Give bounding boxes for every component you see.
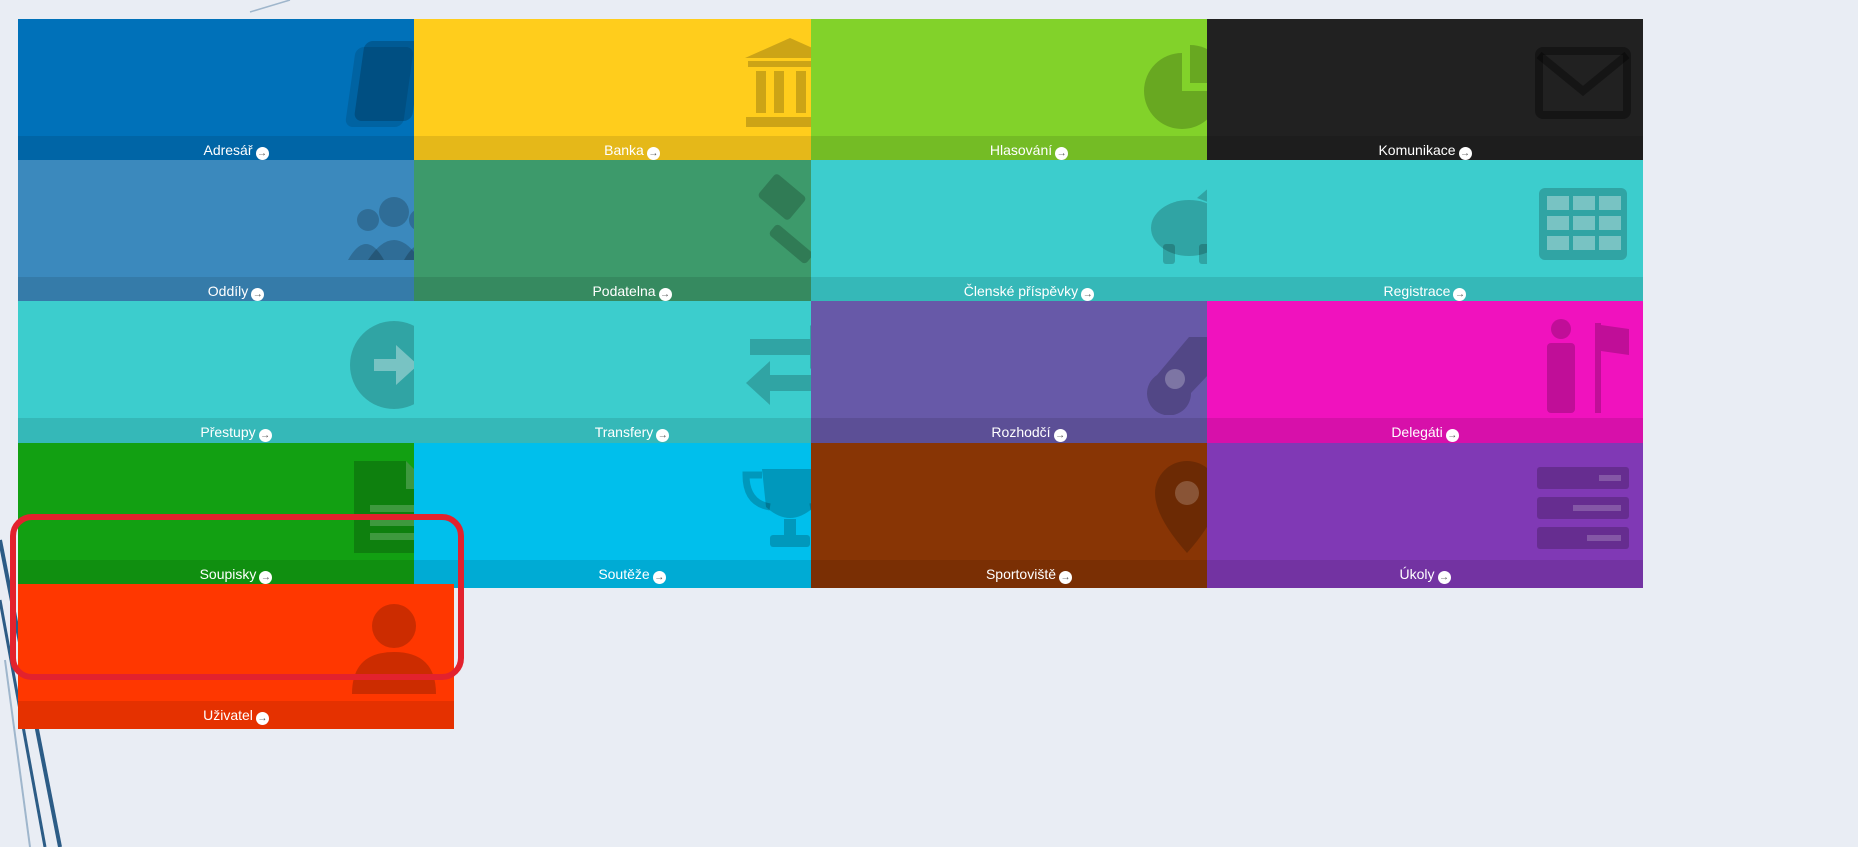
tile-footer-link[interactable]: Uživatel →	[18, 701, 454, 729]
tile-label: Oddíly	[207, 283, 249, 299]
tile-footer-link[interactable]: Delegáti →	[1207, 418, 1643, 446]
tile-trophy[interactable]: Soutěže →	[414, 443, 850, 588]
tile-envelope[interactable]: Komunikace →	[1207, 19, 1643, 164]
tile-label: Hlasování	[989, 142, 1053, 158]
tile-label: Uživatel	[203, 707, 253, 723]
tasks-icon	[1533, 457, 1633, 557]
arrow-circle-right-icon: →	[1437, 571, 1451, 584]
tile-label: Banka	[604, 142, 644, 158]
tile-label: Registrace	[1383, 283, 1451, 299]
arrow-circle-right-icon: →	[1059, 571, 1073, 584]
user-icon	[344, 598, 444, 698]
tile-arrow-circle-right[interactable]: Přestupy →	[18, 301, 454, 446]
arrow-circle-right-icon: →	[255, 712, 269, 725]
arrow-circle-right-icon: →	[1053, 429, 1067, 442]
tile-piggy-bank[interactable]: Členské příspěvky →	[811, 160, 1247, 305]
tile-delegate-flag[interactable]: Delegáti →	[1207, 301, 1643, 446]
tile-address-book[interactable]: Adresář →	[18, 19, 454, 164]
tile-gavel[interactable]: Podatelna →	[414, 160, 850, 305]
tile-footer-link[interactable]: Soutěže →	[414, 560, 850, 588]
tile-users[interactable]: Oddíly →	[18, 160, 454, 305]
tile-footer-link[interactable]: Sportoviště →	[811, 560, 1247, 588]
tile-label: Přestupy	[200, 424, 256, 440]
tile-map-marker[interactable]: Sportoviště →	[811, 443, 1247, 588]
tile-document[interactable]: Soupisky →	[18, 443, 454, 588]
arrow-circle-right-icon: →	[258, 429, 272, 442]
table-icon	[1533, 174, 1633, 274]
tile-pie-chart[interactable]: Hlasování →	[811, 19, 1247, 164]
arrow-circle-right-icon: →	[255, 147, 269, 160]
arrow-circle-right-icon: →	[1453, 288, 1467, 301]
tile-whistle[interactable]: Rozhodčí →	[811, 301, 1247, 446]
arrow-circle-right-icon: →	[658, 288, 672, 301]
tile-label: Soutěže	[598, 566, 650, 582]
arrow-circle-right-icon: →	[259, 571, 273, 584]
envelope-icon	[1533, 33, 1633, 133]
tile-label: Úkoly	[1399, 566, 1435, 582]
arrow-circle-right-icon: →	[646, 147, 660, 160]
tile-table[interactable]: Registrace →	[1207, 160, 1643, 305]
arrow-circle-right-icon: →	[1081, 288, 1095, 301]
tile-label: Transfery	[594, 424, 654, 440]
tile-label: Členské příspěvky	[963, 283, 1079, 299]
tile-footer-link[interactable]: Úkoly →	[1207, 560, 1643, 588]
arrow-circle-right-icon: →	[652, 571, 666, 584]
tile-label: Delegáti	[1391, 424, 1443, 440]
arrow-circle-right-icon: →	[1445, 429, 1459, 442]
tile-user[interactable]: Uživatel →	[18, 584, 454, 729]
tile-label: Rozhodčí	[991, 424, 1051, 440]
arrow-circle-right-icon: →	[251, 288, 265, 301]
tile-label: Adresář	[203, 142, 253, 158]
tile-label: Sportoviště	[985, 566, 1057, 582]
module-grid: Adresář → Banka → Hlasování → Komunikace → Oddíl…	[0, 0, 1858, 847]
arrow-circle-right-icon: →	[1055, 147, 1069, 160]
tile-tasks[interactable]: Úkoly →	[1207, 443, 1643, 588]
arrow-circle-right-icon: →	[1458, 147, 1472, 160]
tile-exchange[interactable]: Transfery →	[414, 301, 850, 446]
arrow-circle-right-icon: →	[656, 429, 670, 442]
tile-footer-link[interactable]: Transfery →	[414, 418, 850, 446]
delegate-flag-icon	[1533, 315, 1633, 415]
tile-bank[interactable]: Banka →	[414, 19, 850, 164]
tile-label: Podatelna	[592, 283, 656, 299]
tile-footer-link[interactable]: Přestupy →	[18, 418, 454, 446]
tile-label: Soupisky	[199, 566, 257, 582]
tile-footer-link[interactable]: Rozhodčí →	[811, 418, 1247, 446]
tile-label: Komunikace	[1378, 142, 1456, 158]
